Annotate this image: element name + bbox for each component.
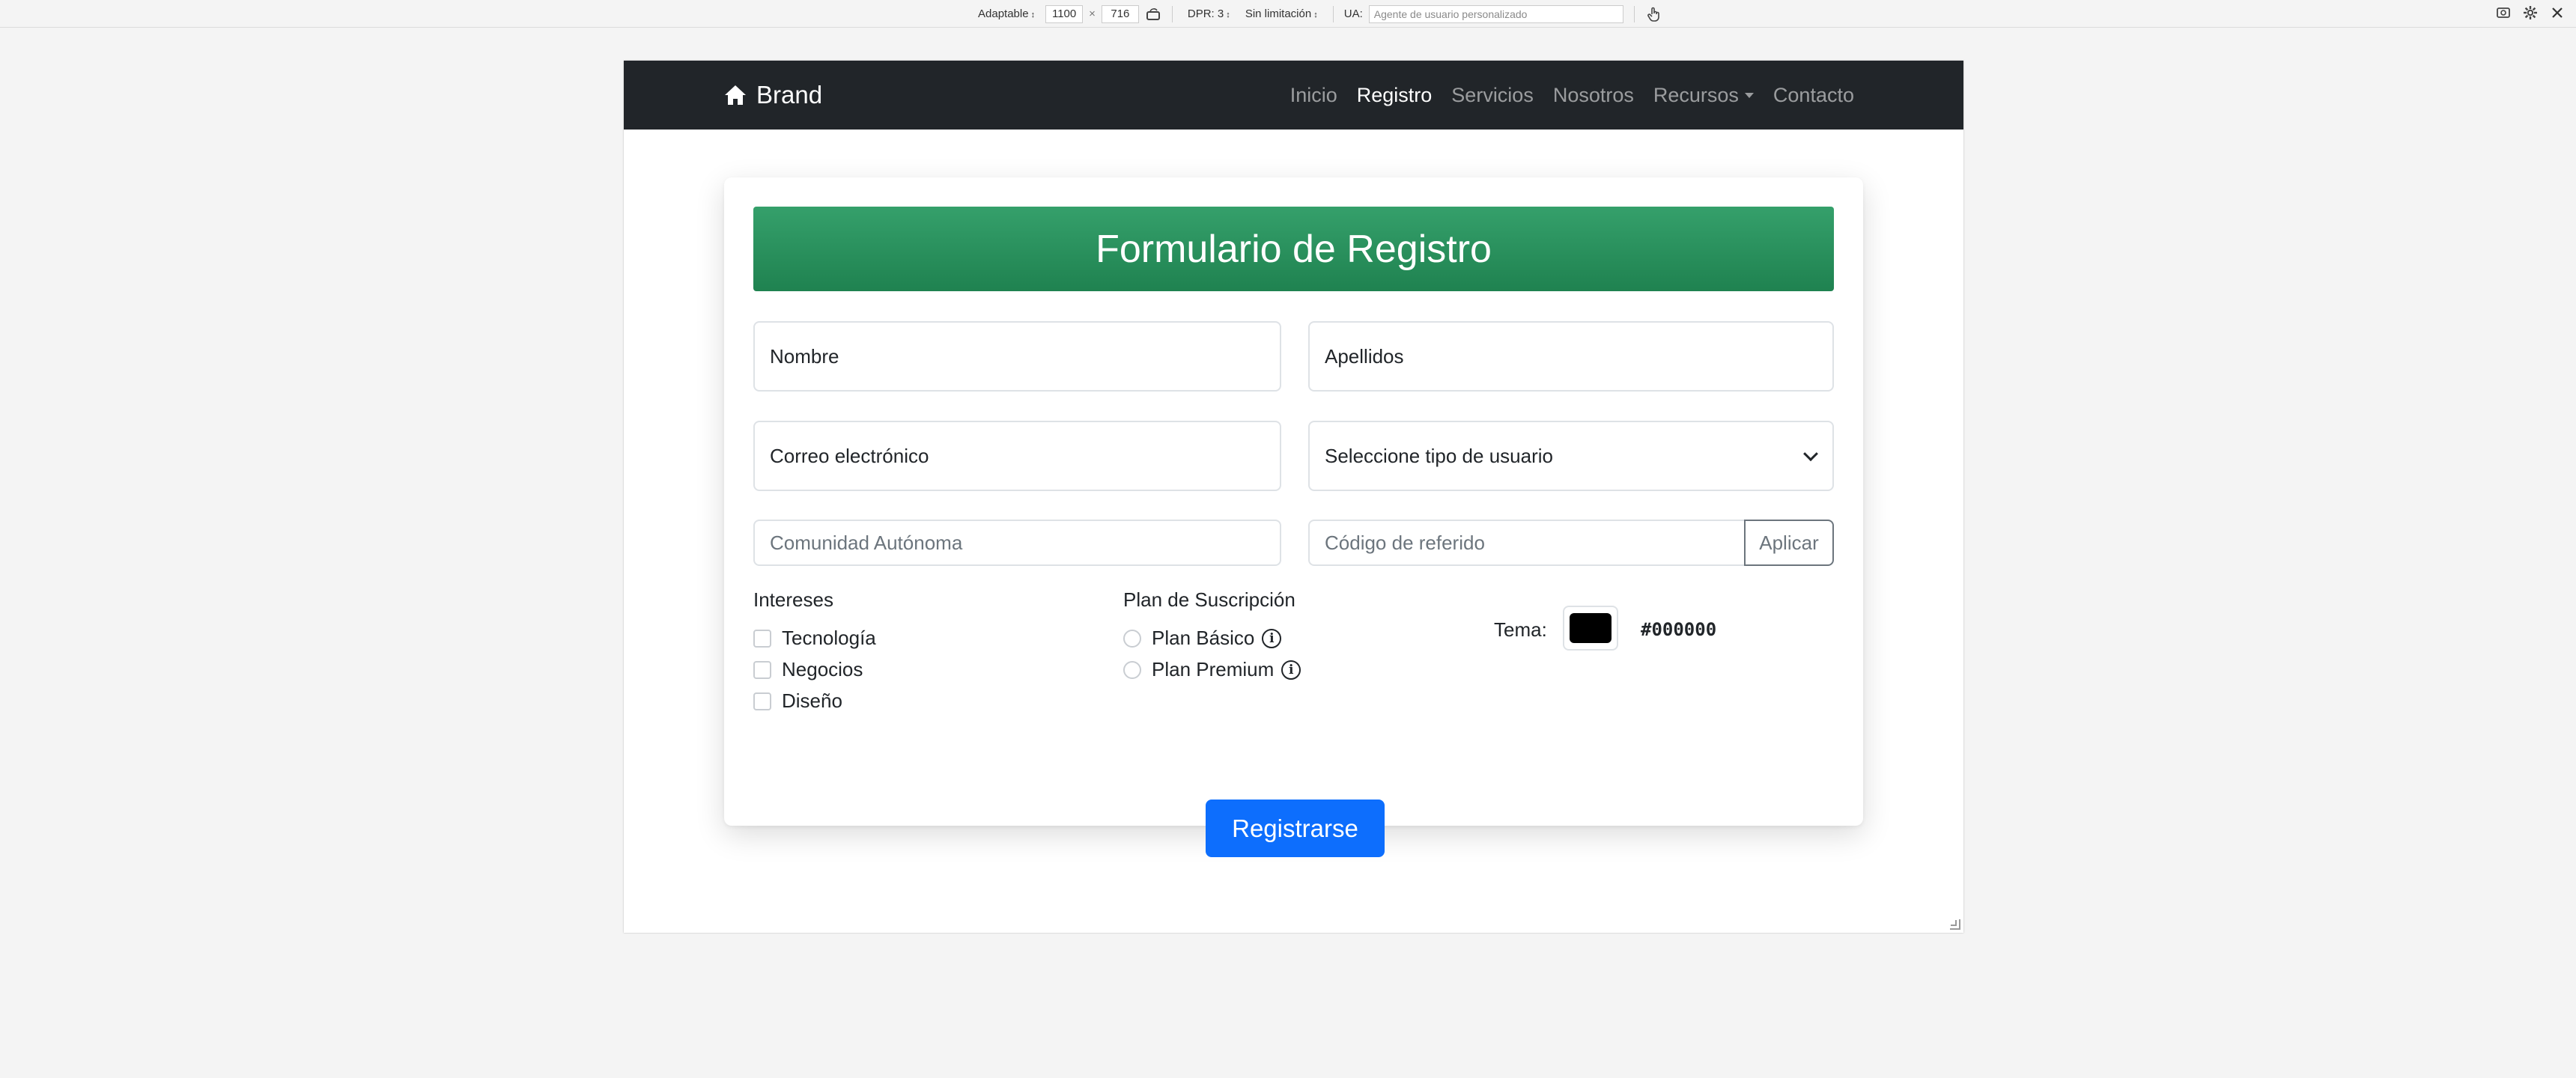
interest-option[interactable]: Diseño (753, 689, 842, 713)
info-icon[interactable]: i (1262, 628, 1282, 648)
nav-link-inicio[interactable]: Inicio (1290, 84, 1337, 107)
comunidad-input[interactable]: Comunidad Autónoma (753, 520, 1281, 566)
rotate-icon[interactable] (1145, 6, 1161, 22)
home-icon (725, 85, 746, 105)
intereses-title: Intereses (753, 588, 833, 611)
toolbar-divider (1332, 5, 1334, 22)
aplicar-button[interactable]: Aplicar (1744, 520, 1834, 566)
interest-label: Diseño (782, 689, 842, 712)
referral-code-input[interactable]: Código de referido (1308, 520, 1745, 566)
theme-color-picker[interactable] (1563, 606, 1618, 651)
apellidos-label: Apellidos (1325, 344, 1404, 368)
settings-icon[interactable] (2522, 4, 2539, 21)
interest-label: Negocios (782, 658, 863, 680)
email-label: Correo electrónico (770, 444, 929, 467)
chevron-down-icon (1803, 446, 1818, 462)
checkbox[interactable] (753, 692, 771, 710)
responsive-mode-dropdown[interactable]: Adaptable (973, 6, 1039, 22)
checkbox[interactable] (753, 660, 771, 679)
tema-label: Tema: (1494, 618, 1547, 641)
interest-option[interactable]: Tecnología (753, 627, 876, 650)
dimension-separator: × (1089, 7, 1096, 20)
plan-option-premium[interactable]: Plan Premium i (1123, 658, 1301, 681)
dpr-dropdown[interactable]: DPR: 3 (1183, 6, 1235, 22)
nav-link-servicios[interactable]: Servicios (1451, 84, 1534, 107)
touch-icon[interactable] (1645, 6, 1662, 22)
radio-button[interactable] (1123, 660, 1141, 679)
email-field[interactable]: Correo electrónico (753, 421, 1281, 491)
viewport-width-input[interactable]: 1100 (1045, 4, 1084, 23)
ua-label: UA: (1343, 7, 1363, 20)
interest-option[interactable]: Negocios (753, 658, 863, 681)
info-icon[interactable]: i (1281, 660, 1301, 680)
registration-card: Formulario de Registro Nombre Apellidos … (724, 177, 1863, 857)
user-type-select[interactable]: Seleccione tipo de usuario (1308, 421, 1834, 491)
user-type-selected: Seleccione tipo de usuario (1325, 444, 1553, 467)
close-icon[interactable] (2549, 4, 2566, 21)
form-title: Formulario de Registro (753, 207, 1834, 291)
interest-label: Tecnología (782, 627, 876, 649)
color-swatch (1570, 613, 1611, 643)
registrarse-button[interactable]: Registrarse (1206, 800, 1385, 857)
screenshot-icon[interactable] (2495, 4, 2512, 21)
plan-title: Plan de Suscripción (1123, 588, 1295, 611)
nav-link-registro[interactable]: Registro (1357, 84, 1433, 107)
devtools-toolbar: Adaptable 1100 × 716 DPR: 3 Sin limitaci… (0, 0, 2576, 28)
nombre-field[interactable]: Nombre (753, 321, 1281, 392)
viewport-height-input[interactable]: 716 (1101, 4, 1139, 23)
toolbar-divider (1633, 5, 1635, 22)
nav-link-contacto[interactable]: Contacto (1773, 84, 1854, 107)
referral-placeholder: Código de referido (1325, 531, 1485, 554)
plan-option-basico[interactable]: Plan Básico i (1123, 627, 1282, 650)
throttle-dropdown[interactable]: Sin limitación (1241, 6, 1322, 22)
nav-link-recursos-dropdown[interactable]: Recursos (1653, 84, 1754, 107)
nombre-label: Nombre (770, 344, 839, 368)
emulated-viewport: Brand Inicio Registro Servicios Nosotros… (624, 61, 1963, 933)
navbar: Brand Inicio Registro Servicios Nosotros… (624, 61, 1963, 130)
theme-color-value: #000000 (1641, 619, 1717, 640)
resize-handle-icon[interactable] (1950, 919, 1960, 930)
plan-label: Plan Básico (1152, 627, 1255, 649)
brand-name: Brand (756, 81, 823, 109)
checkbox[interactable] (753, 629, 771, 648)
apellidos-field[interactable]: Apellidos (1308, 321, 1834, 392)
toolbar-divider (1171, 5, 1173, 22)
navbar-brand[interactable]: Brand (723, 81, 822, 109)
nav-link-nosotros[interactable]: Nosotros (1553, 84, 1634, 107)
user-agent-input[interactable]: Agente de usuario personalizado (1368, 4, 1623, 23)
plan-label: Plan Premium (1152, 658, 1275, 680)
nav-links: Inicio Registro Servicios Nosotros Recur… (1290, 84, 1854, 107)
radio-button[interactable] (1123, 629, 1141, 648)
comunidad-placeholder: Comunidad Autónoma (770, 531, 963, 554)
